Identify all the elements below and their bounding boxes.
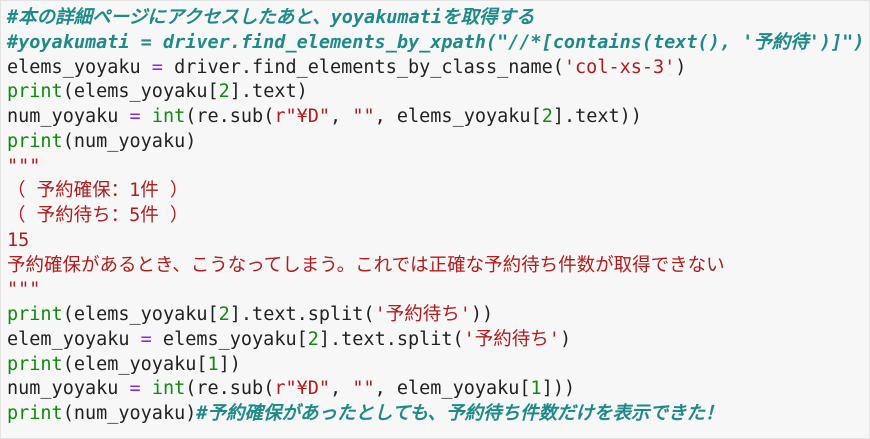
- code-token-op: =: [140, 328, 152, 350]
- code-line: """: [7, 155, 869, 180]
- code-token-comment: #本の詳細ページにアクセスしたあと、yoyakumatiを取得する: [7, 7, 535, 28]
- code-token-string: '予約待ち': [463, 328, 560, 350]
- code-token-number: 2: [307, 328, 319, 350]
- code-line: num_yoyaku = int(re.sub(r"¥D", "", elem_…: [7, 377, 869, 402]
- code-token-plain: ].text.split(: [229, 304, 375, 325]
- code-line: print(num_yoyaku)#予約確保があったとしても、予約待ち件数だけを…: [7, 402, 869, 427]
- code-line: num_yoyaku = int(re.sub(r"¥D", "", elems…: [7, 105, 869, 130]
- code-line: elem_yoyaku = elems_yoyaku[2].text.split…: [7, 328, 869, 353]
- code-token-comment: #予約確保があったとしても、予約待ち件数だけを表示できた！: [196, 403, 724, 424]
- code-token-builtin: print: [7, 353, 63, 375]
- code-line: #本の詳細ページにアクセスしたあと、yoyakumatiを取得する: [7, 6, 869, 31]
- code-token-builtin: print: [7, 81, 63, 103]
- code-token-plain: ): [559, 328, 572, 350]
- code-token-comment: #yoyakumati = driver.find_elements_by_xp…: [7, 31, 865, 53]
- code-token-string: """: [7, 155, 41, 177]
- code-line: """: [7, 278, 869, 303]
- code-token-plain: ].text.split(: [318, 328, 464, 350]
- code-token-string: """: [7, 279, 41, 301]
- code-token-plain: , elems_yoyaku[: [374, 106, 542, 127]
- code-token-plain: , elem_yoyaku[: [374, 378, 531, 400]
- code-token-string: （ 予約待ち：5件 ）: [7, 205, 189, 226]
- code-token-plain: (elems_yoyaku[: [62, 304, 219, 325]
- code-token-plain: (re.sub(: [185, 378, 275, 400]
- code-line: 予約確保があるとき、こうなってしまう。これでは正確な予約待ち件数が取得できない: [7, 254, 869, 279]
- code-token-number: 2: [218, 304, 230, 325]
- code-token-plain: )): [470, 304, 494, 325]
- code-token-plain: num_yoyaku: [7, 106, 130, 127]
- code-token-string: （ 予約確保：1件 ）: [7, 180, 189, 202]
- code-token-string: r"¥D": [274, 378, 331, 400]
- code-token-plain: elem_yoyaku: [7, 328, 141, 350]
- code-line: #yoyakumati = driver.find_elements_by_xp…: [7, 31, 869, 56]
- code-line: （ 予約確保：1件 ）: [7, 179, 869, 204]
- code-token-plain: driver.find_elements_by_class_name(: [162, 56, 564, 78]
- code-token-op: =: [151, 56, 163, 78]
- code-token-plain: ])): [541, 378, 576, 400]
- code-token-plain: ].text): [229, 81, 308, 103]
- code-token-plain: num_yoyaku: [7, 378, 130, 400]
- code-token-builtin: print: [7, 304, 63, 325]
- code-token-plain: (re.sub(: [185, 106, 275, 127]
- code-token-plain: elems_yoyaku: [7, 56, 152, 78]
- code-token-plain: ): [675, 56, 687, 78]
- code-line: 15: [7, 229, 869, 254]
- code-token-string: '予約待ち': [374, 304, 471, 325]
- code-token-builtin: print: [7, 403, 63, 424]
- code-token-builtin: int: [151, 106, 186, 127]
- code-token-string: "": [352, 106, 375, 127]
- code-line: elems_yoyaku = driver.find_elements_by_c…: [7, 56, 869, 81]
- code-token-number: 1: [530, 378, 542, 400]
- code-token-string: "": [352, 378, 375, 400]
- code-token-plain: (num_yoyaku): [62, 130, 197, 152]
- code-token-string: 15: [7, 229, 30, 251]
- code-token-op: =: [129, 106, 141, 127]
- code-token-plain: (num_yoyaku): [62, 403, 197, 424]
- code-token-string: 'col-xs-3': [563, 56, 676, 78]
- code-token-number: 2: [218, 81, 230, 103]
- code-token-number: 2: [541, 106, 553, 127]
- code-token-string: 予約確保があるとき、こうなってしまう。これでは正確な予約待ち件数が取得できない: [7, 254, 725, 276]
- code-token-builtin: print: [7, 130, 63, 152]
- code-token-plain: ,: [330, 378, 353, 400]
- code-line: print(elems_yoyaku[2].text): [7, 80, 869, 105]
- code-token-plain: ]): [218, 353, 241, 375]
- code-token-plain: (elems_yoyaku[: [62, 81, 219, 103]
- code-editor[interactable]: #本の詳細ページにアクセスしたあと、yoyakumatiを取得する #yoyaku…: [0, 0, 870, 439]
- code-line: print(num_yoyaku): [7, 130, 869, 155]
- code-token-plain: (elem_yoyaku[: [62, 353, 208, 375]
- code-line: print(elems_yoyaku[2].text.split('予約待ち')…: [7, 303, 869, 328]
- code-line: （ 予約待ち：5件 ）: [7, 204, 869, 229]
- code-token-plain: elems_yoyaku[: [151, 328, 308, 350]
- code-token-plain: ].text)): [552, 106, 642, 127]
- code-token-op: =: [129, 378, 141, 400]
- code-line: print(elem_yoyaku[1]): [7, 353, 869, 378]
- code-token-string: r"¥D": [274, 106, 331, 127]
- code-token-builtin: int: [151, 378, 186, 400]
- code-token-plain: ,: [330, 106, 353, 127]
- code-token-number: 1: [207, 353, 219, 375]
